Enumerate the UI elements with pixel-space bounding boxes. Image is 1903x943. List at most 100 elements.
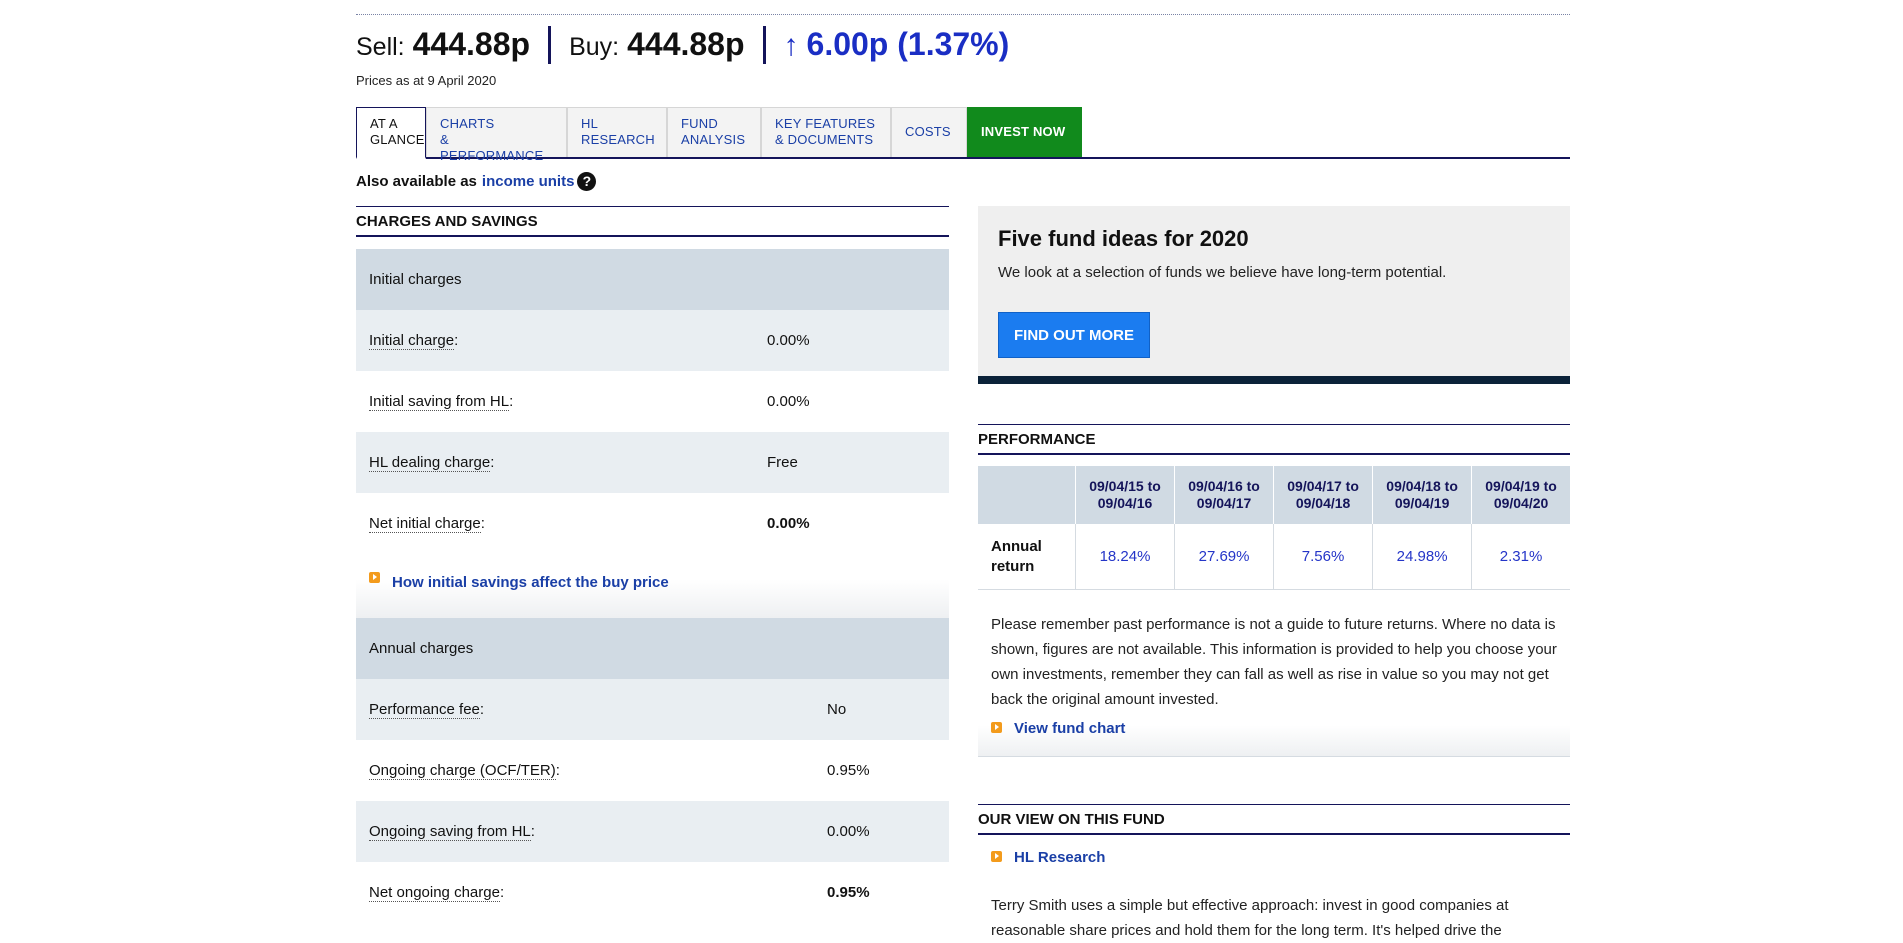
charge-label[interactable]: Net initial charge — [369, 515, 481, 533]
right-column: Five fund ideas for 2020 We look at a se… — [978, 206, 1570, 939]
period-from: 09/04/16 to — [1188, 478, 1260, 494]
return-value: 18.24% — [1075, 524, 1176, 590]
charge-label[interactable]: Net ongoing charge — [369, 884, 500, 902]
charge-value: 0.95% — [827, 884, 870, 901]
row-label-line: Annual — [991, 537, 1042, 555]
period-from: 09/04/19 to — [1485, 478, 1557, 494]
charge-label[interactable]: Ongoing charge (OCF/TER) — [369, 762, 556, 780]
charge-row: Ongoing charge (OCF/TER): 0.95% — [369, 762, 870, 780]
period-to: 09/04/17 — [1196, 495, 1252, 511]
charge-row: Net initial charge: 0.00% — [369, 515, 810, 533]
tab-label: & DOCUMENTS — [775, 132, 874, 147]
period-to: 09/04/18 — [1295, 495, 1351, 511]
tab-label: GLANCE — [370, 132, 425, 147]
buy-label: Buy: — [569, 33, 620, 61]
initial-savings-link[interactable]: How initial savings affect the buy price — [392, 574, 669, 591]
charge-row: Initial saving from HL: 0.00% — [369, 393, 810, 411]
charge-value: Free — [767, 454, 798, 471]
tab-label: INVEST NOW — [981, 124, 1066, 139]
hl-research-link[interactable]: HL Research — [1014, 849, 1105, 866]
charges-section: CHARGES AND SAVINGS Initial charges Init… — [356, 206, 949, 923]
tab-bar: AT A GLANCE CHARTS & PERFORMANCE HL RESE… — [356, 107, 1570, 163]
title-divider — [356, 14, 1570, 15]
invest-now-button[interactable]: INVEST NOW — [967, 107, 1082, 157]
initial-savings-link-row: How initial savings affect the buy price — [356, 554, 949, 618]
return-value: 7.56% — [1273, 524, 1374, 590]
sell-price: 444.88p — [412, 26, 531, 62]
charge-label[interactable]: Initial saving from HL — [369, 393, 510, 411]
table-row: Annual return 18.24% 27.69% 7.56% 24.98% … — [978, 524, 1570, 590]
period-from: 09/04/18 to — [1386, 478, 1458, 494]
income-units-link[interactable]: income units — [482, 173, 575, 190]
charges-title: CHARGES AND SAVINGS — [356, 206, 949, 237]
period-to: 09/04/16 — [1097, 495, 1153, 511]
price-bar: Sell: 444.88p Buy: 444.88p ↑ 6.00p (1.37%… — [356, 26, 1009, 64]
period-to: 09/04/20 — [1493, 495, 1549, 511]
tab-label: CHARTS — [440, 116, 495, 131]
row-label-line: return — [991, 557, 1035, 575]
tab-hl-research[interactable]: HL RESEARCH — [567, 107, 667, 157]
tab-fund-analysis[interactable]: FUND ANALYSIS — [667, 107, 761, 157]
performance-disclaimer: Please remember past performance is not … — [991, 616, 1557, 708]
row-label: Annual return — [978, 524, 1076, 590]
annual-charges-header: Annual charges — [356, 618, 949, 679]
table-header-period: 09/04/17 to 09/04/18 — [1273, 466, 1374, 524]
our-view-text: Terry Smith uses a simple but effective … — [991, 897, 1509, 939]
charge-value: 0.00% — [767, 393, 810, 410]
annual-charges-group: Annual charges Performance fee: No Ongoi… — [356, 618, 949, 923]
sell-label: Sell: — [356, 33, 405, 61]
charge-value: No — [827, 701, 847, 718]
also-available-label: Also available as — [356, 173, 477, 190]
charge-row: Initial charge: 0.00% — [356, 310, 949, 371]
charge-row: HL dealing charge: Free — [356, 432, 949, 493]
arrow-right-icon — [991, 851, 1002, 862]
charge-label[interactable]: Initial charge — [369, 332, 455, 350]
help-icon[interactable]: ? — [577, 172, 597, 191]
page: Sell: 444.88p Buy: 444.88p ↑ 6.00p (1.37%… — [0, 0, 1903, 939]
charge-label[interactable]: Performance fee — [369, 701, 480, 719]
buy-price: 444.88p — [627, 26, 745, 62]
tab-key-features-documents[interactable]: KEY FEATURES & DOCUMENTS — [761, 107, 891, 157]
tab-label: & PERFORMANCE — [440, 132, 544, 163]
charge-label[interactable]: Ongoing saving from HL — [369, 823, 531, 841]
our-view-section: OUR VIEW ON THIS FUND HL Research Terry … — [978, 804, 1570, 943]
view-fund-chart-link[interactable]: View fund chart — [1014, 720, 1125, 737]
arrow-up-icon: ↑ — [783, 29, 799, 62]
performance-table: 09/04/15 to 09/04/16 09/04/16 to 09/04/17 … — [978, 466, 1570, 590]
charge-value: 0.95% — [827, 762, 870, 779]
view-fund-chart-row: View fund chart — [978, 712, 1570, 757]
charge-label[interactable]: HL dealing charge — [369, 454, 491, 472]
tab-label: RESEARCH — [581, 132, 655, 147]
fund-ideas-promo: Five fund ideas for 2020 We look at a se… — [978, 206, 1570, 384]
initial-charges-group: Initial charges Initial charge: 0.00% In… — [356, 249, 949, 618]
tab-at-a-glance[interactable]: AT A GLANCE — [356, 107, 426, 159]
tab-label: ANALYSIS — [681, 132, 746, 147]
period-from: 09/04/15 to — [1089, 478, 1161, 494]
find-out-more-button[interactable]: FIND OUT MORE — [998, 312, 1150, 358]
charge-value: 0.00% — [767, 332, 810, 349]
table-header-period: 09/04/19 to 09/04/20 — [1471, 466, 1570, 524]
table-header-empty — [978, 466, 1076, 524]
performance-title: PERFORMANCE — [978, 424, 1570, 455]
return-value: 2.31% — [1471, 524, 1570, 590]
charge-row: Net ongoing charge: 0.95% — [369, 884, 870, 902]
prices-as-at: Prices as at 9 April 2020 — [356, 73, 497, 88]
tab-label: KEY FEATURES — [775, 116, 876, 131]
price-separator — [762, 26, 766, 64]
arrow-right-icon — [369, 572, 380, 583]
promo-title: Five fund ideas for 2020 — [998, 226, 1249, 251]
price-separator — [548, 26, 552, 64]
tab-label: FUND — [681, 116, 718, 131]
arrow-right-icon — [991, 722, 1002, 733]
promo-text: We look at a selection of funds we belie… — [998, 264, 1447, 281]
performance-section: PERFORMANCE 09/04/15 to 09/04/16 09/04/16… — [978, 424, 1570, 757]
charge-row: Performance fee: No — [356, 679, 949, 740]
table-header-row: 09/04/15 to 09/04/16 09/04/16 to 09/04/17 … — [978, 466, 1570, 524]
tab-costs[interactable]: COSTS — [891, 107, 967, 157]
tab-charts-performance[interactable]: CHARTS & PERFORMANCE — [426, 107, 567, 163]
also-available: Also available as income units ? — [356, 172, 597, 191]
table-header-period: 09/04/16 to 09/04/17 — [1174, 466, 1275, 524]
hl-research-row: HL Research — [978, 841, 1570, 881]
table-header-period: 09/04/18 to 09/04/19 — [1372, 466, 1473, 524]
tab-label: COSTS — [905, 124, 951, 139]
